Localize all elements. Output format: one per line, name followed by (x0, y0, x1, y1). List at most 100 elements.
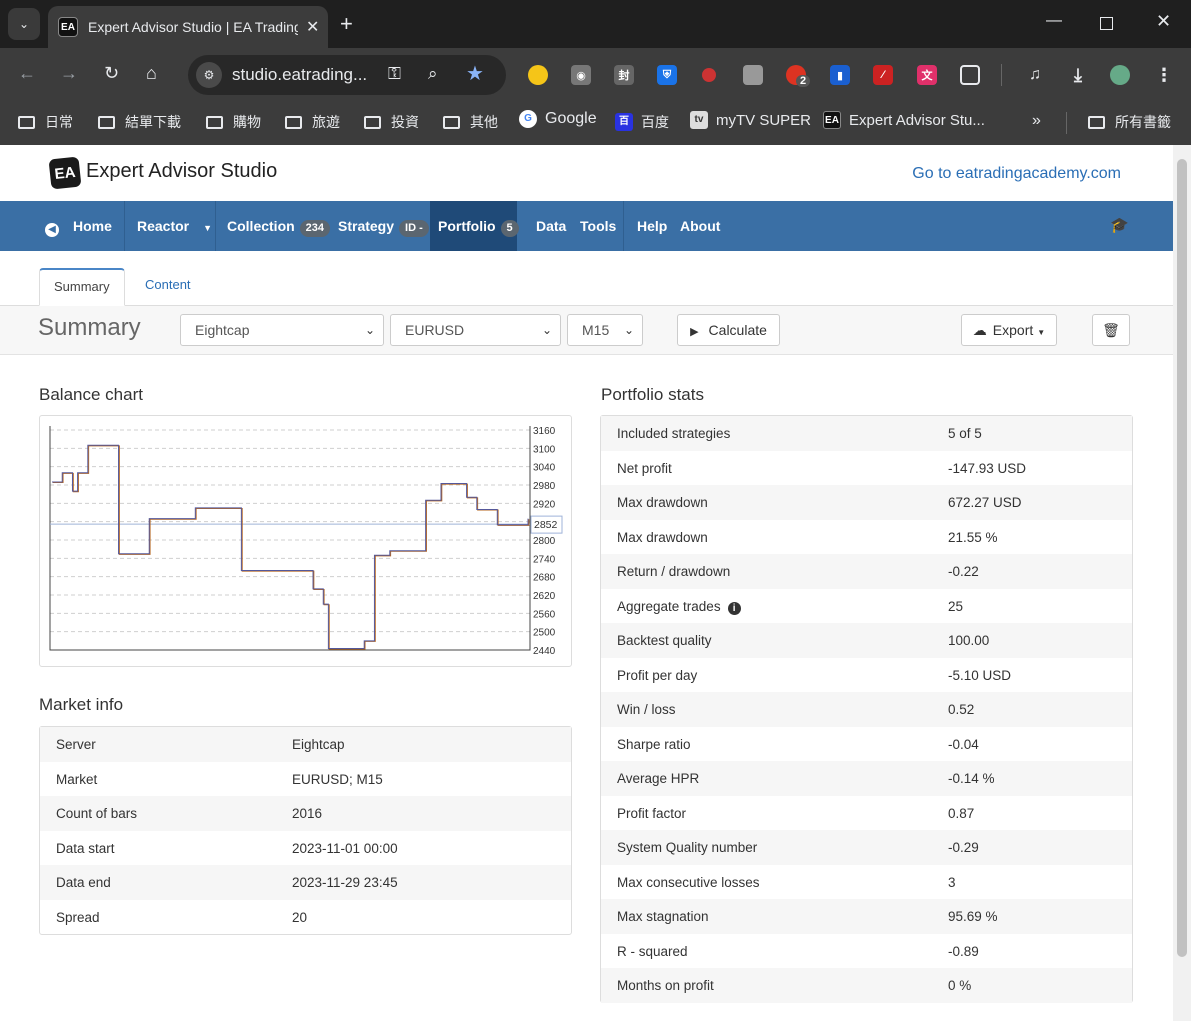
info-icon[interactable]: i (727, 601, 741, 615)
bookmark-google[interactable]: G Google (519, 110, 597, 128)
nav-help[interactable]: Help (637, 201, 667, 251)
nav-about[interactable]: About (680, 201, 720, 251)
nav-tools[interactable]: Tools (580, 201, 616, 251)
period-select[interactable]: M15 ⌄ (567, 314, 643, 346)
extension-shield-icon[interactable]: ⛨ (657, 65, 677, 85)
extension-translate-icon[interactable]: 文 (917, 65, 937, 85)
brand-title[interactable]: Expert Advisor Studio (86, 160, 277, 183)
table-row: Server Eightcap (40, 727, 571, 762)
browser-tab[interactable]: EA Expert Advisor Studio | EA Trading Ac… (48, 6, 328, 48)
bookmark-folder-other[interactable]: 其他 (443, 112, 498, 132)
table-row: Profit factor 0.87 (601, 796, 1132, 831)
tab-summary[interactable]: Summary (39, 268, 125, 306)
tab-strip: ⌄ EA Expert Advisor Studio | EA Trading … (0, 0, 1191, 48)
extensions-puzzle-icon[interactable] (960, 65, 980, 85)
bookmark-star-icon[interactable]: ★ (466, 61, 484, 86)
zoom-icon[interactable]: ⌕ (428, 64, 438, 84)
extension-printer-icon[interactable] (743, 65, 763, 85)
cloud-download-icon: ☁ (972, 322, 987, 338)
tab-close-icon[interactable]: ✕ (306, 17, 319, 37)
home-icon[interactable]: ⌂ (146, 63, 157, 84)
academy-link[interactable]: Go to eatradingacademy.com (912, 165, 1121, 183)
balance-line-secondary (52, 445, 530, 650)
minimize-icon[interactable]: — (1046, 12, 1062, 30)
chevron-down-icon: ⌄ (364, 323, 375, 337)
password-key-icon[interactable]: ⚿ (388, 64, 401, 84)
url-text[interactable]: studio.eatrading... (232, 65, 367, 85)
table-row: Max consecutive losses 3 (601, 865, 1132, 900)
bookmark-folder-shopping[interactable]: 購物 (206, 112, 261, 132)
delete-button[interactable]: 🗑 (1092, 314, 1130, 346)
adblock-count-badge: 2 (796, 75, 811, 87)
back-icon[interactable]: ← (18, 63, 36, 84)
bookmarks-bar: 日常 結單下載 購物 旅遊 投資 其他 G Google 百百度 tv myTV S… (0, 102, 1191, 145)
row-value: -0.29 (948, 840, 979, 855)
nav-strategy[interactable]: Strategy ID - (338, 201, 429, 251)
folder-icon (364, 115, 381, 129)
media-control-icon[interactable]: ♫ (1025, 65, 1045, 85)
sub-tabs: Summary Content (0, 251, 1173, 306)
nav-reactor[interactable]: Reactor ▼ (137, 201, 212, 251)
extension-bulb-icon[interactable] (528, 65, 548, 85)
row-value: EURUSD; M15 (292, 771, 383, 787)
server-select[interactable]: Eightcap ⌄ (180, 314, 384, 346)
y-axis-ticks: 3160310030402980292028602800274026802620… (530, 426, 563, 657)
table-row: Months on profit 0 % (601, 968, 1132, 1003)
tab-content[interactable]: Content (131, 268, 205, 306)
forward-icon[interactable]: → (60, 63, 78, 84)
row-value: 21.55 % (948, 529, 998, 545)
bookmark-folder-invest[interactable]: 投資 (364, 112, 419, 132)
reload-icon[interactable]: ↻ (104, 63, 119, 84)
y-tick-label: 2680 (533, 573, 556, 584)
extension-bitwarden-icon[interactable]: ▮ (830, 65, 850, 85)
row-label: Spread (56, 909, 100, 925)
scrollbar-thumb[interactable] (1177, 159, 1187, 957)
close-window-icon[interactable]: ✕ (1156, 11, 1171, 32)
nav-data[interactable]: Data (536, 201, 566, 251)
extension-camera-icon[interactable]: ◉ (571, 65, 591, 85)
nav-home[interactable]: ◀ Home (45, 201, 112, 251)
row-label: Average HPR (617, 771, 700, 786)
nav-portfolio[interactable]: Portfolio 5 (430, 201, 519, 251)
calculate-button[interactable]: ▶ Calculate (677, 314, 780, 346)
bookmark-folder-statements[interactable]: 結單下載 (98, 112, 181, 132)
bookmark-mytv[interactable]: tv myTV SUPER (690, 111, 811, 129)
row-label: R - squared (617, 943, 688, 959)
site-info-icon[interactable]: ⚙ (196, 62, 222, 88)
row-label-wrap: Aggregate trades i (617, 599, 741, 615)
address-bar[interactable]: ⚙ studio.eatrading... ⚿ ⌕ ★ (188, 55, 506, 95)
tab-search-button[interactable]: ⌄ (8, 8, 40, 40)
row-value: 0.52 (948, 702, 975, 717)
download-icon[interactable]: ⤓ (1068, 65, 1088, 85)
maximize-icon[interactable] (1100, 17, 1113, 30)
folder-icon (285, 115, 302, 129)
academy-cap-icon[interactable]: 🎓 (1110, 201, 1129, 251)
table-row: Market EURUSD; M15 (40, 762, 571, 797)
row-label: Max drawdown (617, 495, 708, 510)
bookmark-all-folder[interactable]: 所有書籤 (1088, 112, 1171, 132)
bookmark-folder-daily[interactable]: 日常 (18, 112, 73, 132)
bookmark-folder-travel[interactable]: 旅遊 (285, 112, 340, 132)
table-row: Profit per day -5.10 USD (601, 658, 1132, 693)
table-row: Included strategies 5 of 5 (601, 416, 1132, 451)
row-value: Eightcap (292, 737, 345, 752)
extension-seal-icon[interactable]: 封 (614, 65, 634, 85)
profile-avatar[interactable] (1110, 65, 1130, 85)
row-value: 5 of 5 (948, 426, 982, 441)
page-scrollbar[interactable] (1173, 145, 1191, 1021)
nav-collection[interactable]: Collection 234 (227, 201, 331, 251)
row-label: Data start (56, 840, 115, 856)
symbol-select[interactable]: EURUSD ⌄ (390, 314, 561, 346)
bookmark-ea-studio[interactable]: EA Expert Advisor Stu... (823, 111, 985, 129)
browser-menu-icon[interactable]: ⋮ (1154, 65, 1174, 85)
bookmark-baidu[interactable]: 百百度 (615, 112, 669, 132)
more-bookmarks-icon[interactable]: » (1032, 112, 1041, 130)
row-value: 3 (948, 874, 956, 890)
row-label: Data end (56, 875, 111, 890)
extension-block-icon[interactable] (702, 68, 716, 82)
extension-adblock-icon[interactable]: 2 (786, 65, 811, 87)
new-tab-button[interactable]: + (340, 12, 353, 36)
caret-down-icon: ▼ (1037, 328, 1046, 337)
export-button[interactable]: ☁ Export ▼ (961, 314, 1057, 346)
extension-wand-icon[interactable]: ⁄ (873, 65, 893, 85)
